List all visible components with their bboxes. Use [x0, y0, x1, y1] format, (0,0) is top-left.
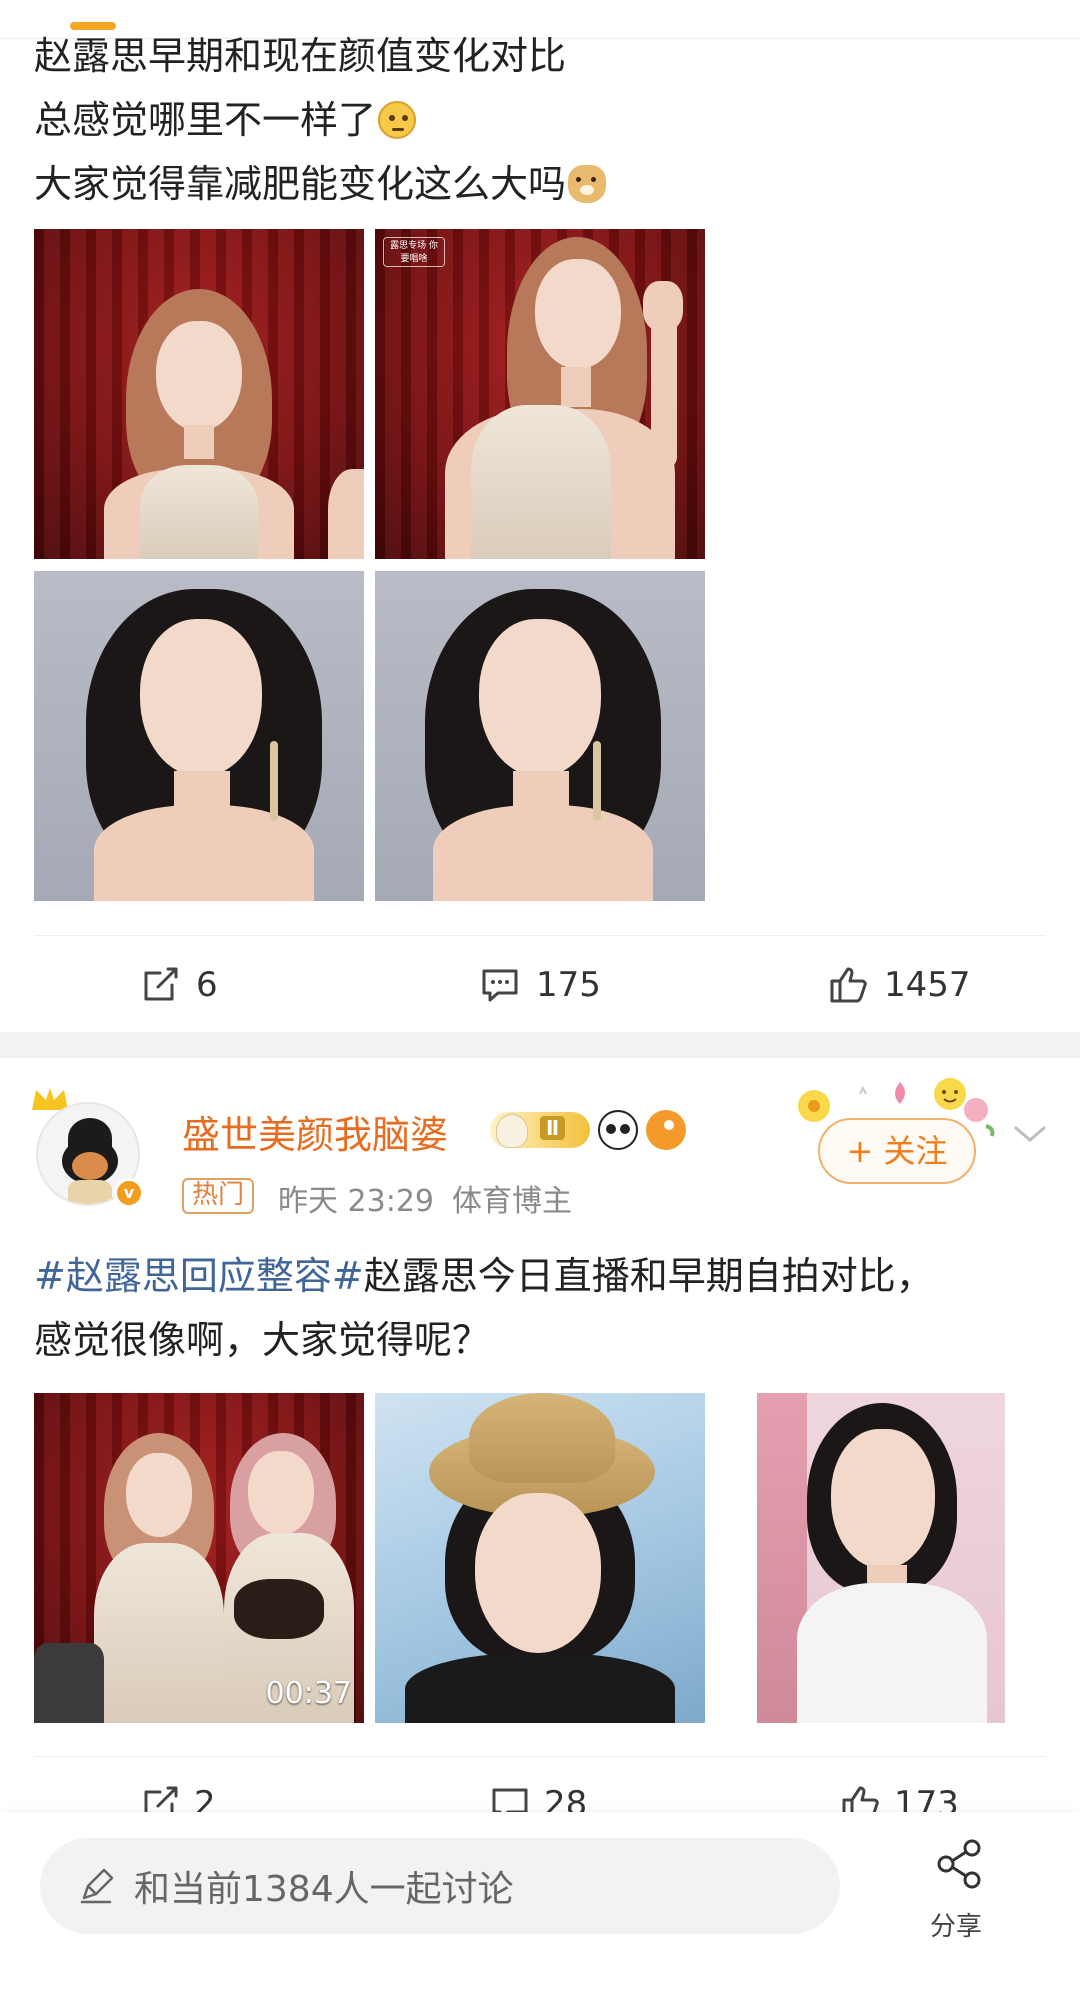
post1-photo-3[interactable]	[34, 571, 364, 901]
panda-badge-icon	[598, 1110, 638, 1150]
post2-photo-pink[interactable]	[757, 1393, 1005, 1723]
post1-line-2: 总感觉哪里不一样了	[34, 98, 377, 142]
post2-role: 体育博主	[452, 1184, 572, 1219]
post2-video-thumb[interactable]: 00:37	[34, 1393, 364, 1723]
pencil-icon	[80, 1868, 114, 1904]
comment-placeholder: 和当前1384人一起讨论	[134, 1869, 514, 1910]
repost-icon	[144, 967, 178, 1001]
doge-emoji-icon	[568, 165, 607, 203]
post1-comment-button[interactable]: 175	[478, 963, 601, 1007]
hashtag-link[interactable]: #赵露思回应整容#	[34, 1254, 364, 1298]
share-button[interactable]: 分享	[930, 1836, 990, 1943]
post2-text-line1: 赵露思今日直播和早期自拍对比，	[363, 1254, 934, 1298]
comment-icon	[482, 969, 518, 1002]
chevron-down-icon[interactable]	[1010, 1114, 1050, 1154]
follow-button[interactable]: + 关注	[818, 1118, 976, 1184]
share-icon	[937, 1839, 981, 1889]
post1-repost-count: 6	[196, 965, 218, 1005]
level-badge-icon: Ⅱ	[490, 1112, 590, 1148]
post2-time: 昨天 23:29	[278, 1184, 434, 1219]
video-duration: 00:37	[265, 1676, 352, 1711]
comment-input[interactable]: 和当前1384人一起讨论	[40, 1838, 840, 1934]
section-separator	[0, 1032, 1080, 1058]
share-label: 分享	[929, 1912, 982, 1942]
hot-tag: 热门	[182, 1178, 255, 1214]
post1-photo-2[interactable]: 露思专场 你要唱啥	[375, 229, 705, 559]
post1-photo-1[interactable]	[34, 229, 364, 559]
level-badge-label: Ⅱ	[540, 1116, 566, 1140]
post1-like-count: 1457	[884, 965, 971, 1005]
post1-photo-4[interactable]	[375, 571, 705, 901]
post1-text: 赵露思早期和现在颜值变化对比 总感觉哪里不一样了 大家觉得靠减肥能变化这么大吗	[34, 24, 607, 216]
post2-divider	[34, 1756, 1046, 1757]
verified-badge-icon: v	[114, 1178, 144, 1208]
post1-comment-count: 175	[536, 965, 601, 1005]
post1-repost-button[interactable]: 6	[138, 963, 218, 1007]
post2-meta: 昨天 23:29 体育博主	[278, 1176, 590, 1220]
fish-badge-icon	[646, 1110, 686, 1150]
post2-photo-hat[interactable]	[375, 1393, 705, 1723]
post2-text-line2: 感觉很像啊，大家觉得呢？	[34, 1318, 491, 1362]
post1-divider	[34, 935, 1046, 936]
user-badges: Ⅱ	[490, 1110, 686, 1150]
like-icon	[830, 967, 867, 1003]
post1-line-3: 大家觉得靠减肥能变化这么大吗	[34, 162, 567, 206]
thinking-emoji-icon	[378, 101, 417, 139]
post2-text: #赵露思回应整容#赵露思今日直播和早期自拍对比， 感觉很像啊，大家觉得呢？	[34, 1244, 934, 1372]
watermark-logo: 露思专场 你要唱啥	[383, 237, 445, 267]
post1-line-1: 赵露思早期和现在颜值变化对比	[34, 34, 567, 78]
post2-username[interactable]: 盛世美颜我脑婆	[182, 1104, 448, 1159]
post1-like-button[interactable]: 1457	[826, 963, 971, 1007]
